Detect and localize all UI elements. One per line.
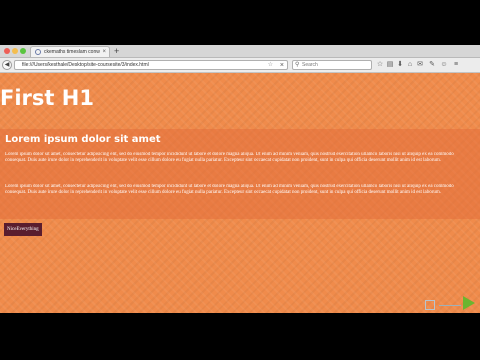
minimize-window-button[interactable] — [12, 48, 18, 54]
divider — [439, 305, 461, 306]
search-placeholder: Search — [302, 62, 318, 68]
url-text: file:///Users/kesthale/Desktop/site-cour… — [22, 62, 149, 68]
video-controls — [425, 296, 477, 312]
reading-list-icon[interactable]: ▤ — [386, 60, 394, 70]
search-input[interactable]: ⚲ Search — [292, 60, 372, 70]
bookmark-icon[interactable]: ☆ — [376, 60, 384, 70]
paragraph: Lorem ipsum dolor sit amet, consectetur … — [5, 184, 454, 195]
stop-icon[interactable]: × — [280, 61, 284, 70]
paragraph: Lorem ipsum dolor sit amet, consectetur … — [5, 152, 454, 163]
search-icon: ⚲ — [295, 62, 300, 68]
navigation-bar: ◀ file:///Users/kesthale/Desktop/site-co… — [0, 58, 480, 73]
mail-icon[interactable]: ✉ — [416, 60, 424, 70]
url-bar[interactable]: file:///Users/kesthale/Desktop/site-cour… — [14, 60, 288, 70]
page-content: First H1 Lorem ipsum dolor sit amet Lore… — [0, 73, 480, 313]
playlist-icon[interactable] — [425, 300, 435, 310]
zoom-window-button[interactable] — [20, 48, 26, 54]
nice-everything-button[interactable]: NiceEverything — [4, 223, 42, 236]
tab-strip: ckemaths timeslam conwet... × + — [0, 45, 480, 58]
home-icon[interactable]: ⌂ — [406, 60, 414, 70]
close-window-button[interactable] — [4, 48, 10, 54]
tab-title: ckemaths timeslam conwet... — [44, 49, 100, 55]
smiley-icon[interactable]: ☺ — [440, 60, 448, 70]
section-heading: Lorem ipsum dolor sit amet — [5, 134, 161, 145]
back-button[interactable]: ◀ — [2, 60, 12, 70]
tab-active[interactable]: ckemaths timeslam conwet... × — [30, 46, 110, 57]
content-section: Lorem ipsum dolor sit amet Lorem ipsum d… — [0, 129, 480, 219]
browser-window: ckemaths timeslam conwet... × + ◀ file:/… — [0, 45, 480, 313]
new-tab-button[interactable]: + — [114, 46, 119, 56]
download-icon[interactable]: ⬇ — [396, 60, 404, 70]
bookmark-star-icon[interactable]: ☆ — [268, 61, 273, 70]
page-title: First H1 — [0, 86, 94, 110]
menu-icon[interactable]: ≡ — [452, 60, 460, 70]
close-tab-icon[interactable]: × — [102, 48, 106, 56]
play-icon[interactable] — [463, 296, 475, 310]
page-icon — [35, 49, 41, 55]
pencil-icon[interactable]: ✎ — [428, 60, 436, 70]
